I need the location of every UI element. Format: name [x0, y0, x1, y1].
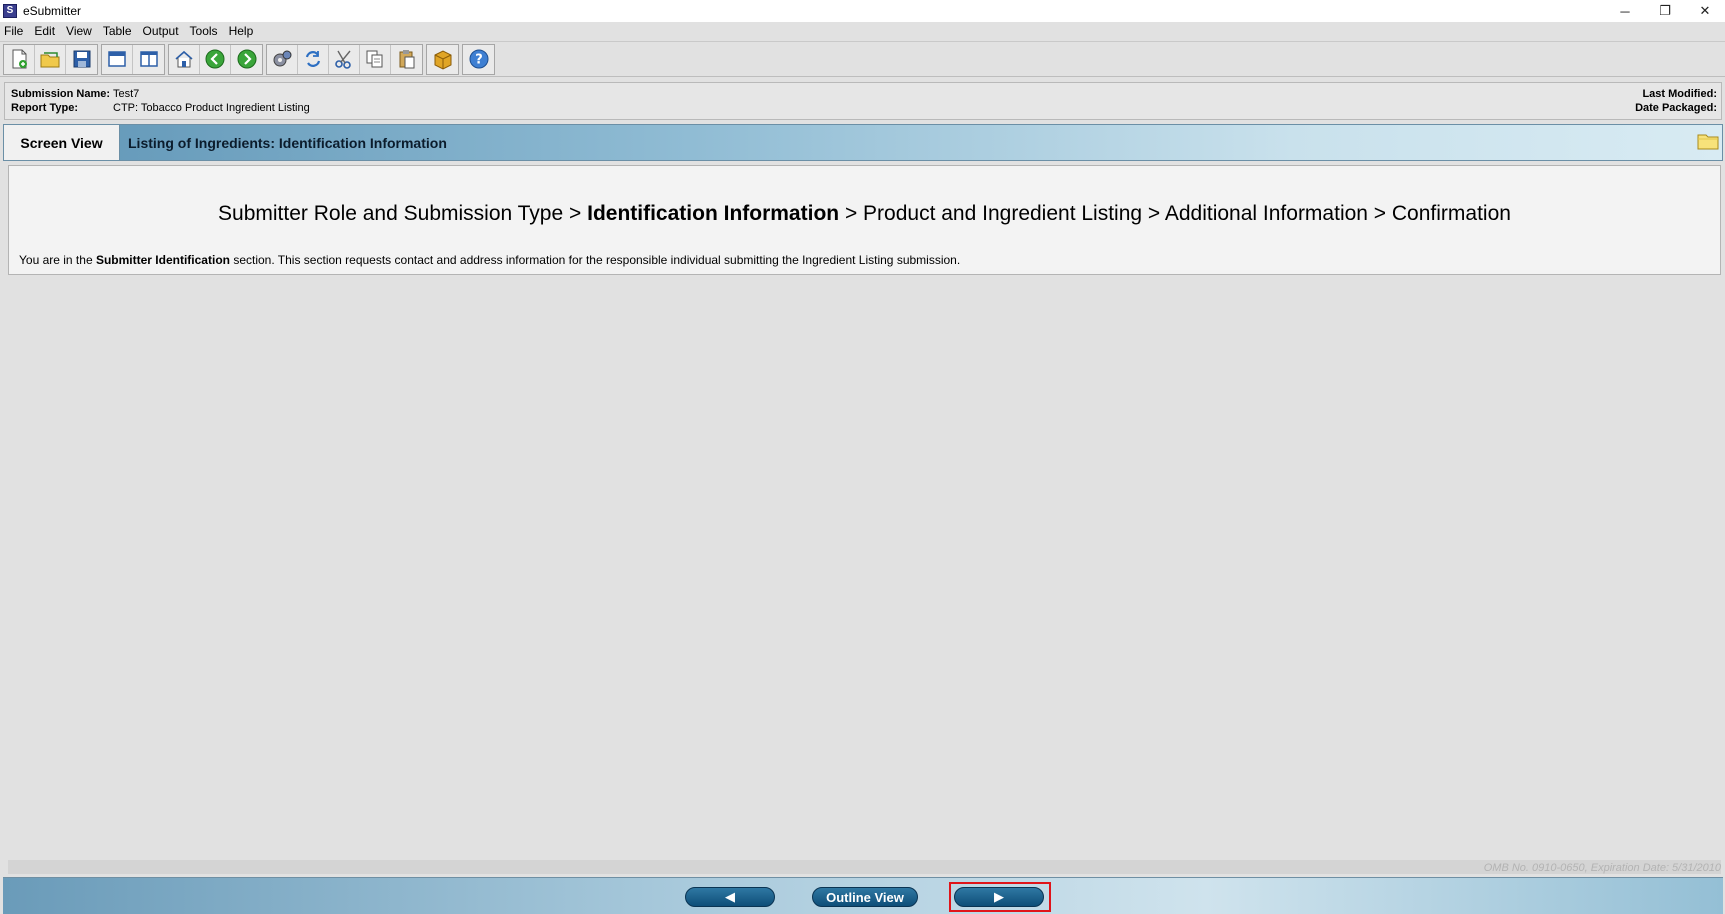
home-icon[interactable] [169, 44, 200, 74]
save-icon[interactable] [66, 45, 97, 74]
menu-tools[interactable]: Tools [190, 24, 218, 38]
back-triangle-icon: ◀ [725, 889, 735, 904]
forward-triangle-icon: ▶ [994, 889, 1004, 904]
title-bar: S eSubmitter ─ ❐ ✕ [0, 0, 1725, 22]
folder-icon[interactable] [1696, 129, 1720, 151]
outline-view-button[interactable]: Outline View [812, 887, 918, 907]
menu-help[interactable]: Help [229, 24, 254, 38]
submission-name-value: Test7 [113, 88, 140, 100]
submission-name-label: Submission Name: [11, 88, 111, 100]
menu-bar: File Edit View Table Output Tools Help [0, 22, 1725, 40]
copy-icon[interactable] [360, 44, 391, 74]
menu-edit[interactable]: Edit [34, 24, 55, 38]
window-title: eSubmitter [23, 4, 82, 18]
description-suffix: section. This section requests contact a… [233, 253, 961, 267]
new-document-icon[interactable] [4, 44, 35, 74]
menu-output[interactable]: Output [143, 24, 179, 38]
description-prefix: You are in the [19, 253, 93, 267]
last-modified-label: Last Modified: [1642, 88, 1717, 100]
next-button[interactable]: ▶ [954, 887, 1044, 907]
progress-breadcrumb: Submitter Role and Submission Type > Ide… [9, 202, 1720, 226]
report-type-label: Report Type: [11, 102, 79, 114]
menu-file[interactable]: File [4, 24, 23, 38]
breadcrumb-previous-steps: Submitter Role and Submission Type > [218, 202, 582, 225]
bottom-navigation-bar: ◀ Outline View ▶ [3, 877, 1723, 914]
screen-view-header: Screen View Listing of Ingredients: Iden… [3, 124, 1723, 161]
screen-view-tab[interactable]: Screen View [4, 125, 120, 160]
window-icon[interactable] [102, 44, 133, 74]
breadcrumb-next-steps: > Product and Ingredient Listing > Addit… [844, 202, 1511, 225]
back-arrow-icon[interactable] [200, 44, 231, 74]
report-type-value: CTP: Tobacco Product Ingredient Listing [113, 102, 310, 114]
restore-button[interactable]: ❐ [1645, 0, 1685, 22]
section-description: You are in the Submitter Identification … [19, 253, 960, 267]
horizontal-scrollbar[interactable] [8, 860, 1721, 874]
settings-gear-icon[interactable] [267, 44, 298, 74]
submission-info-panel: Submission Name: Test7 Report Type: CTP:… [4, 82, 1722, 120]
screen-title: Listing of Ingredients: Identification I… [128, 134, 447, 151]
help-icon[interactable]: ? [463, 45, 494, 74]
app-icon: S [3, 4, 17, 18]
toolbar: ? [0, 41, 1725, 77]
paste-icon[interactable] [391, 45, 422, 74]
refresh-icon[interactable] [298, 44, 329, 74]
date-packaged-label: Date Packaged: [1635, 102, 1717, 114]
breadcrumb-current-step: Identification Information [587, 202, 840, 225]
close-button[interactable]: ✕ [1685, 0, 1725, 22]
previous-button[interactable]: ◀ [685, 887, 775, 907]
description-section-name: Submitter Identification [95, 253, 230, 267]
omb-notice: OMB No. 0910-0650, Expiration Date: 5/31… [1483, 862, 1721, 874]
content-panel: Submitter Role and Submission Type > Ide… [8, 165, 1721, 275]
package-icon[interactable] [427, 45, 458, 74]
forward-arrow-icon[interactable] [231, 45, 262, 74]
cut-icon[interactable] [329, 44, 360, 74]
minimize-button[interactable]: ─ [1605, 0, 1645, 22]
svg-text:?: ? [475, 53, 483, 68]
menu-table[interactable]: Table [103, 24, 132, 38]
split-pane-icon[interactable] [133, 45, 164, 74]
menu-view[interactable]: View [66, 24, 92, 38]
open-folder-icon[interactable] [35, 44, 66, 74]
